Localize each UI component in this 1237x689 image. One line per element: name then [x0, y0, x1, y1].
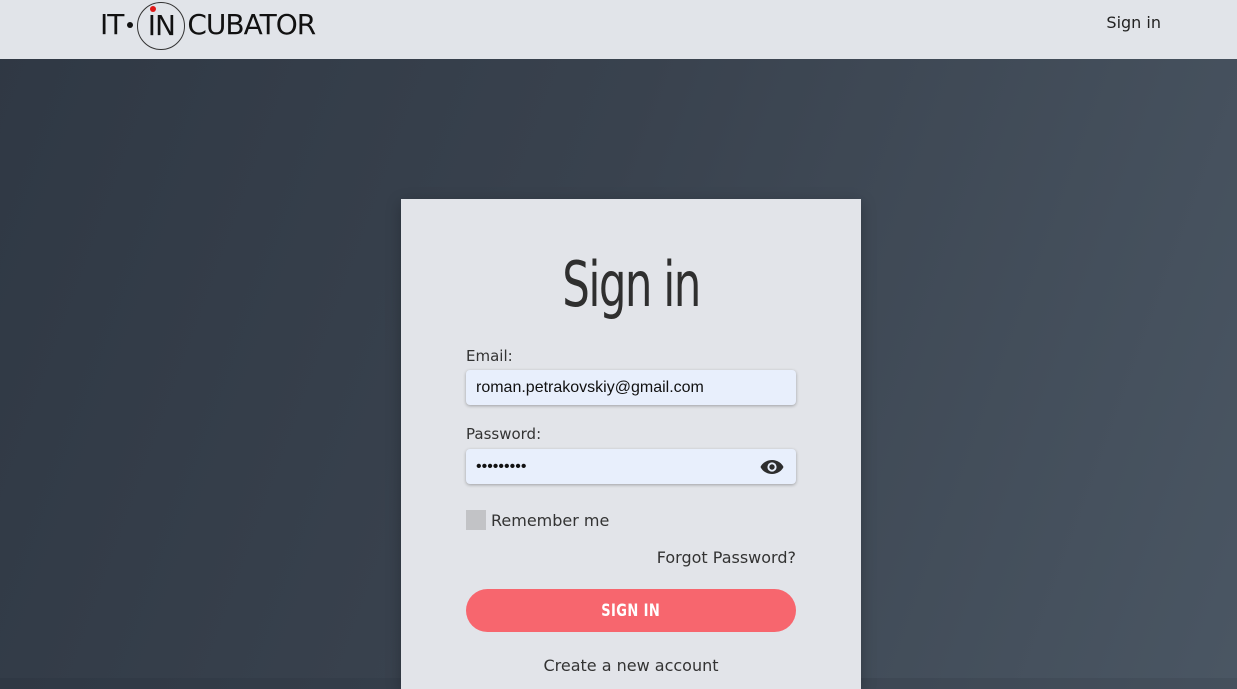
password-field[interactable]	[466, 449, 796, 484]
logo-circle: IN	[137, 2, 186, 50]
email-label: Email:	[466, 347, 513, 365]
top-navbar: IT IN CUBATOR Sign in	[0, 0, 1237, 59]
remember-me-label[interactable]: Remember me	[491, 511, 609, 530]
eye-icon[interactable]	[760, 458, 784, 476]
signin-card: Sign in Email: Password: Remember me For…	[401, 199, 861, 689]
remember-me-row: Remember me	[466, 510, 609, 530]
logo-text-cubator: CUBATOR	[187, 8, 316, 41]
page-title: Sign in	[562, 248, 701, 321]
signin-button-label: SIGN IN	[601, 600, 661, 621]
remember-me-checkbox[interactable]	[466, 510, 486, 530]
header-signin-link[interactable]: Sign in	[1106, 13, 1161, 32]
it-incubator-logo[interactable]: IT IN CUBATOR	[100, 0, 316, 50]
logo-separator-dot	[127, 22, 134, 28]
create-account-link[interactable]: Create a new account	[401, 656, 861, 675]
forgot-password-link[interactable]: Forgot Password?	[657, 548, 796, 567]
logo-text-it: IT	[100, 8, 124, 41]
logo-text-in: IN	[147, 9, 176, 42]
password-field-wrapper	[466, 449, 796, 484]
email-field-wrapper	[466, 370, 796, 405]
password-label: Password:	[466, 425, 542, 443]
email-field[interactable]	[466, 370, 796, 405]
signin-button[interactable]: SIGN IN	[466, 589, 796, 632]
